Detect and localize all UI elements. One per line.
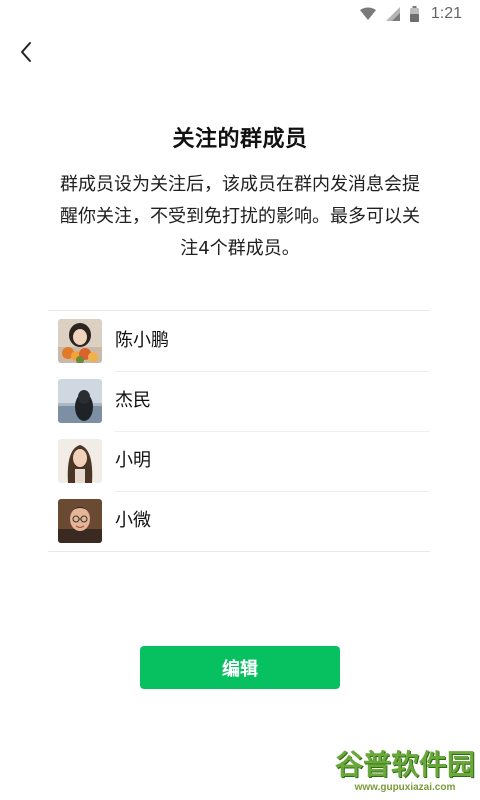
list-divider [48,551,430,552]
avatar [58,499,102,543]
member-name: 陈小鹏 [115,311,430,372]
back-arrow-icon [19,41,33,67]
watermark-logo: 谷普软件园 www.gupuxiazai.com [334,748,476,798]
status-icons: 1:21 [359,5,462,23]
watermark-logo-text: 谷普软件园 [334,748,475,781]
avatar [58,439,102,483]
member-name: 杰民 [115,371,430,432]
page-title: 关注的群成员 [172,127,308,152]
member-name: 小明 [115,431,430,492]
list-item[interactable]: 陈小鹏 [48,311,430,372]
signal-icon [385,7,400,21]
edit-button[interactable]: 编辑 [140,646,340,689]
battery-icon [409,6,419,22]
status-bar: 1:21 [0,0,480,30]
list-item[interactable]: 杰民 [48,371,430,432]
member-list: 陈小鹏 杰民 小明 小微 [48,310,430,552]
watermark-url: www.gupuxiazai.com [354,782,456,793]
list-item[interactable]: 小微 [48,491,430,551]
avatar [58,319,102,363]
back-button[interactable] [12,40,40,68]
list-item[interactable]: 小明 [48,431,430,492]
avatar [58,379,102,423]
wifi-icon [359,7,376,21]
description-text: 群成员设为关注后，该成员在群内发消息会提醒你关注，不受到免打扰的影响。最多可以关… [60,174,420,259]
status-time: 1:21 [430,5,462,22]
member-name: 小微 [115,510,151,531]
